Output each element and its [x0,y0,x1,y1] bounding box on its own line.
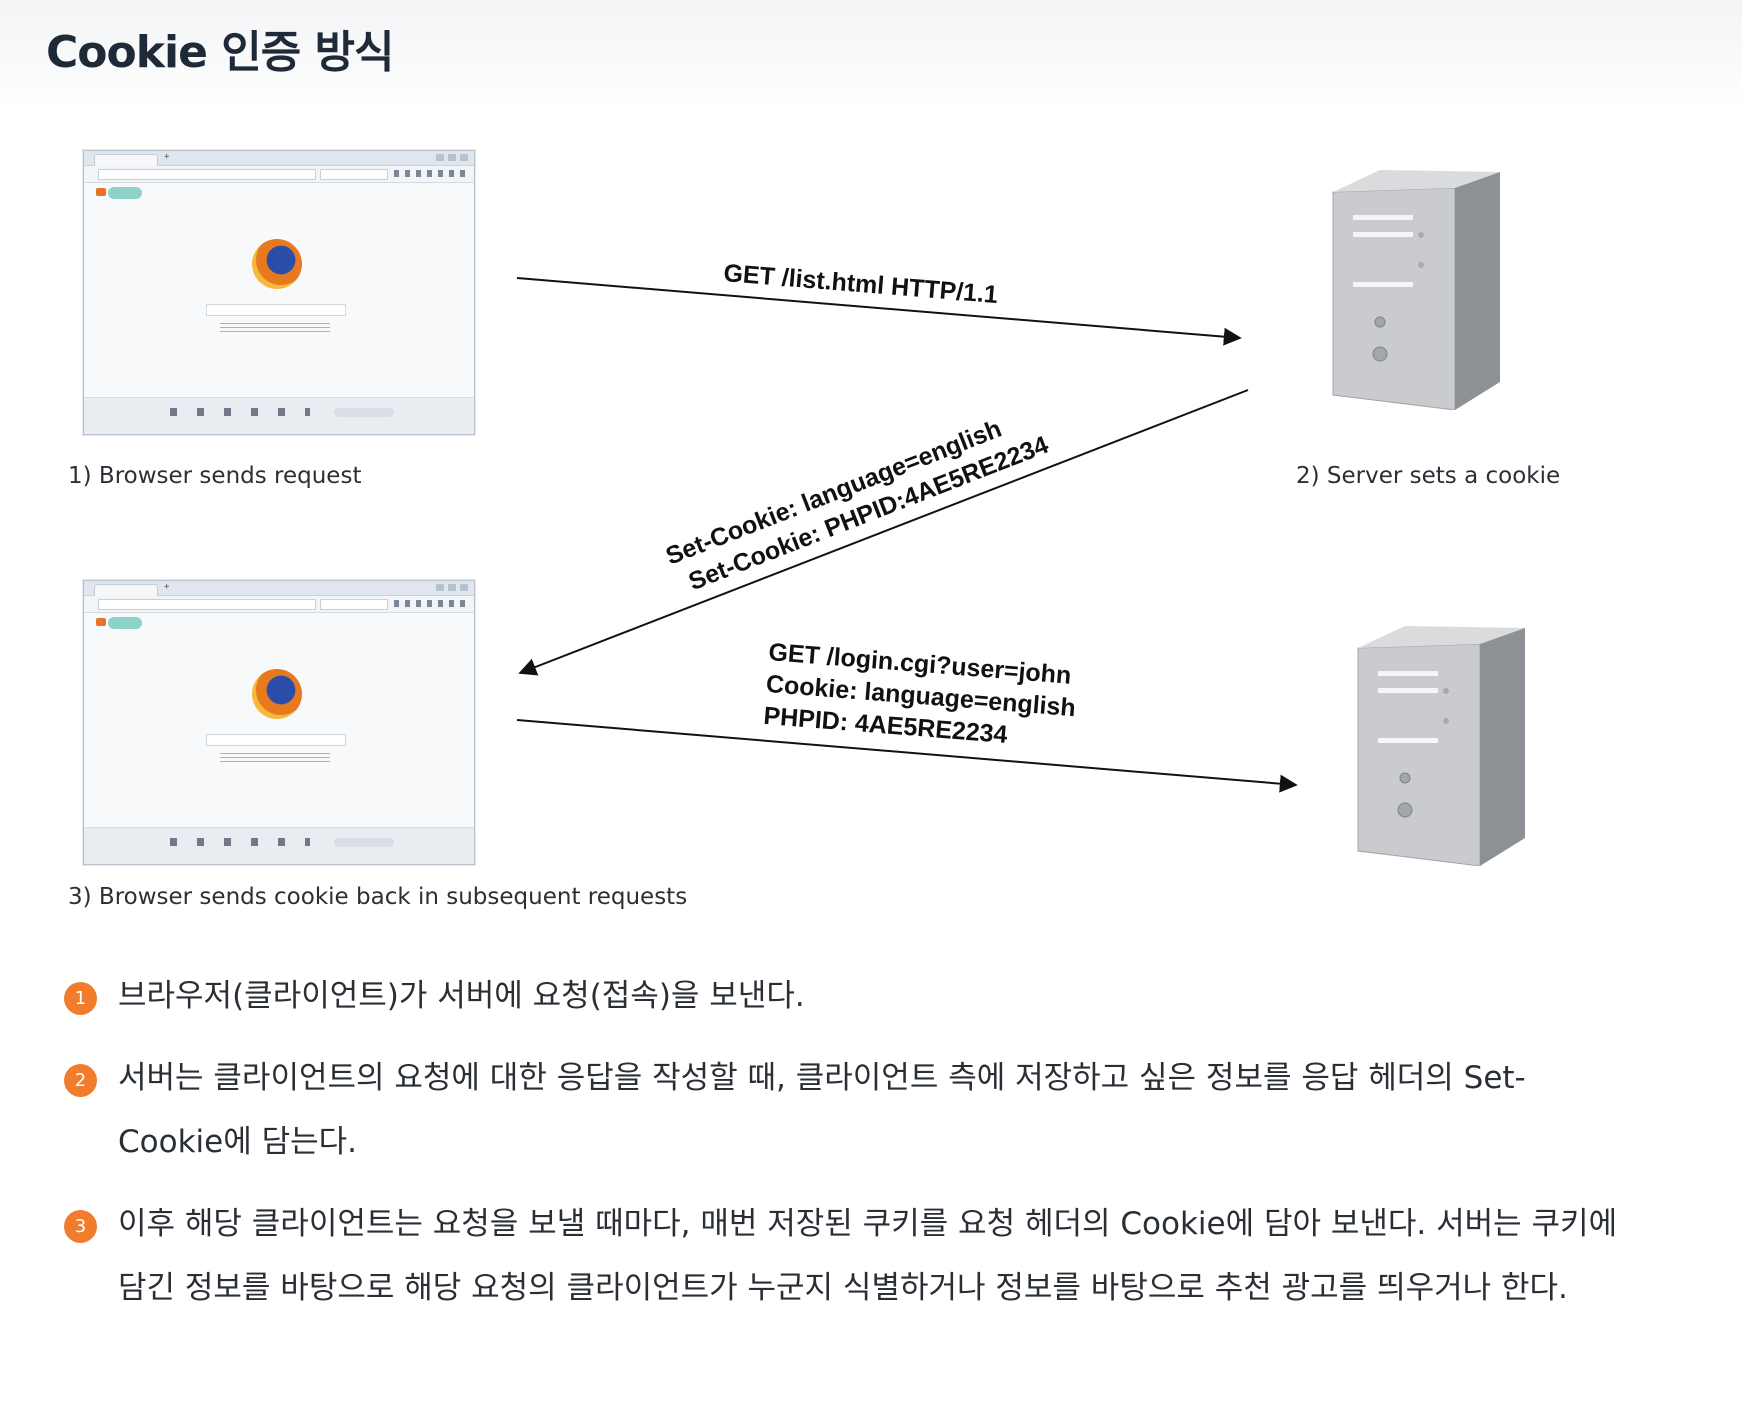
steps-list: 1 브라우저(클라이언트)가 서버에 요청(접속)을 보낸다. 2 서버는 클라… [64,964,1624,1338]
request-1-line-1: GET /list.html HTTP/1.1 [723,259,999,309]
step-number-badge: 1 [64,982,97,1015]
step-text: 이후 해당 클라이언트는 요청을 보낼 때마다, 매번 저장된 쿠키를 요청 헤… [118,1206,1618,1306]
step-number-badge: 3 [64,1210,97,1243]
response-arrow [518,389,1249,676]
list-item: 1 브라우저(클라이언트)가 서버에 요청(접속)을 보낸다. [64,964,1624,1028]
step-text: 브라우저(클라이언트)가 서버에 요청(접속)을 보낸다. [118,978,805,1014]
list-item: 3 이후 해당 클라이언트는 요청을 보낼 때마다, 매번 저장된 쿠키를 요청… [64,1192,1624,1320]
list-item: 2 서버는 클라이언트의 요청에 대한 응답을 작성할 때, 클라이언트 측에 … [64,1046,1624,1174]
step-number-badge: 2 [64,1064,97,1097]
step-text: 서버는 클라이언트의 요청에 대한 응답을 작성할 때, 클라이언트 측에 저장… [118,1060,1526,1160]
